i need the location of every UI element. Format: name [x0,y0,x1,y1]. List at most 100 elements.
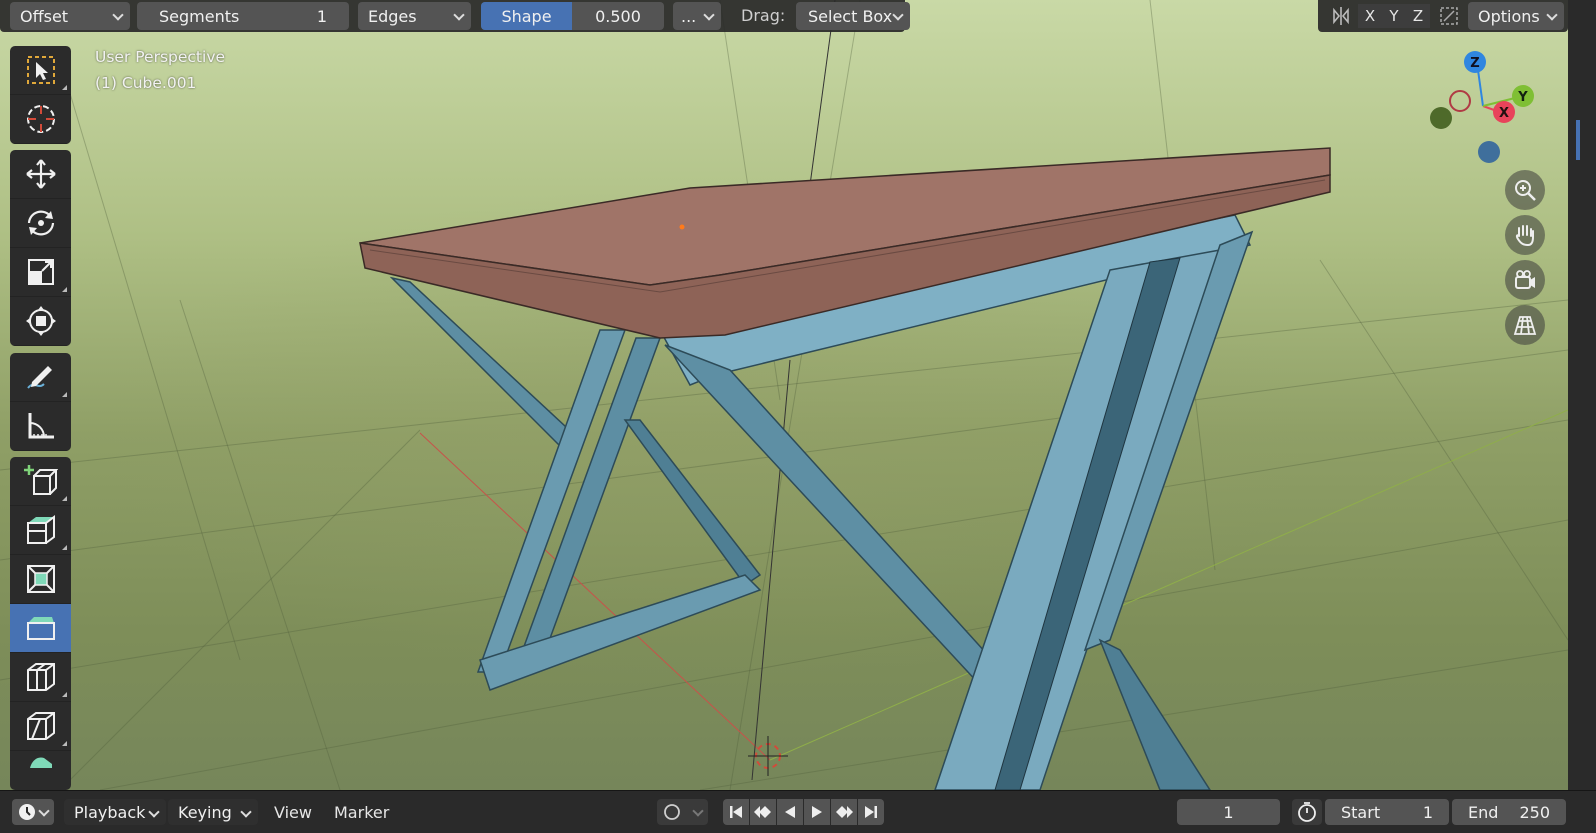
view-menu[interactable]: View [274,791,312,833]
navigation-gizmo[interactable]: Z Y X [1425,48,1540,173]
scale-tool[interactable] [10,248,71,297]
playback-menu[interactable]: Playback [64,799,166,825]
mirror-y-button[interactable]: Y [1382,4,1406,28]
view-label: View [274,802,312,822]
play-reverse-button[interactable] [777,799,803,825]
scale-icon [27,259,54,285]
mirror-z-button[interactable]: Z [1406,4,1430,28]
sidebar-tab-indicator[interactable] [1576,120,1580,160]
shape-field[interactable]: Shape 0.500 [481,2,664,30]
mirror-x-button[interactable]: X [1358,4,1382,28]
transform-icon [25,306,56,336]
cursor-icon [26,105,55,133]
axis-y-label: Y [1389,7,1399,25]
prev-keyframe-button[interactable] [750,799,776,825]
toolbar-select-group [10,46,71,144]
drag-value: Select Box [808,6,893,26]
neg-x-axis[interactable] [1449,90,1471,112]
cursor-tool[interactable] [10,95,71,144]
grid-icon [1513,316,1537,335]
select-box-tool[interactable] [10,46,71,95]
poly-build-tool[interactable] [10,751,71,771]
add-cube-tool[interactable] [10,457,71,506]
neg-y-axis[interactable] [1430,107,1452,129]
neg-z-axis[interactable] [1478,141,1500,163]
play-reverse-icon [785,806,795,818]
loop-cut-icon [26,663,55,691]
affect-label: Edges [368,6,417,26]
extrude-icon [26,515,55,544]
playback-label: Playback [74,802,146,822]
start-frame-field[interactable]: Start 1 [1325,799,1449,825]
affect-dropdown[interactable]: Edges [358,2,471,30]
end-frame-field[interactable]: End 250 [1452,799,1566,825]
next-keyframe-icon [836,806,853,818]
current-frame-field[interactable]: 1 [1177,799,1280,825]
loop-cut-tool[interactable] [10,653,71,702]
pan-button[interactable] [1505,215,1545,255]
play-icon [812,806,822,818]
zoom-icon [1515,180,1536,201]
jump-end-button[interactable] [858,799,884,825]
hand-icon [1515,225,1534,247]
sidebar-edge[interactable] [1568,0,1596,790]
chevron-down-icon [453,9,465,21]
camera-view-button[interactable] [1505,260,1545,300]
offset-type-dropdown[interactable]: Offset [10,2,130,30]
ortho-toggle-button[interactable] [1505,305,1545,345]
options-dropdown[interactable]: Options [1468,2,1564,30]
transform-tool[interactable] [10,297,71,346]
chevron-down-icon [1546,9,1558,21]
shape-label: Shape [481,2,572,30]
zoom-button[interactable] [1505,170,1545,210]
chevron-down-icon [692,805,704,817]
segments-field[interactable]: Segments 1 [137,2,349,30]
gizmo-z-label: Z [1470,56,1479,71]
inset-faces-tool[interactable] [10,555,71,604]
shape-value: 0.500 [595,6,641,26]
mirror-icon[interactable] [1330,5,1352,27]
measure-tool[interactable] [10,402,71,451]
drag-dropdown[interactable]: Select Box [796,2,910,30]
scene-canvas[interactable] [0,0,1568,790]
drag-label: Drag: [741,6,786,25]
toolbar-annotate-group [10,353,71,451]
chevron-down-icon [240,806,252,818]
toolbar-transform-group [10,150,71,346]
move-tool[interactable] [10,150,71,199]
bevel-tool[interactable] [10,604,71,653]
offset-type-label: Offset [20,6,69,26]
snap-icon[interactable] [1438,5,1460,27]
start-value: 1 [1422,802,1433,822]
auto-keying-toggle[interactable] [657,799,708,825]
rotate-tool[interactable] [10,199,71,248]
more-options-dropdown[interactable]: ... [673,2,721,30]
inset-icon [26,565,55,593]
jump-start-button[interactable] [723,799,749,825]
perspective-label: User Perspective [95,48,226,66]
current-frame-value: 1 [1223,802,1234,822]
toolbar-mesh-group [10,457,71,790]
marker-label: Marker [334,802,390,822]
preview-range-toggle[interactable] [1292,799,1322,825]
stopwatch-icon [1298,802,1316,822]
object-label: (1) Cube.001 [95,74,197,92]
keying-label: Keying [178,802,232,822]
knife-icon [26,712,55,740]
3d-viewport[interactable]: User Perspective (1) Cube.001 Z Y X [0,0,1568,790]
tool-header: Offset Segments 1 Edges Shape 0.500 ... … [0,0,910,32]
play-button[interactable] [804,799,830,825]
keying-menu[interactable]: Keying [168,799,258,825]
knife-tool[interactable] [10,702,71,751]
editor-type-dropdown[interactable] [12,799,54,825]
poly-build-icon [29,757,52,768]
floor-grid [0,0,1568,790]
timeline-bar: Playback Keying View Marker 1 Start 1 En… [0,790,1596,833]
annotate-tool[interactable] [10,353,71,402]
axis-x-label: X [1364,7,1376,25]
chevron-down-icon [38,805,50,817]
move-icon [25,159,56,189]
next-keyframe-button[interactable] [831,799,857,825]
extrude-region-tool[interactable] [10,506,71,555]
marker-menu[interactable]: Marker [334,791,389,833]
